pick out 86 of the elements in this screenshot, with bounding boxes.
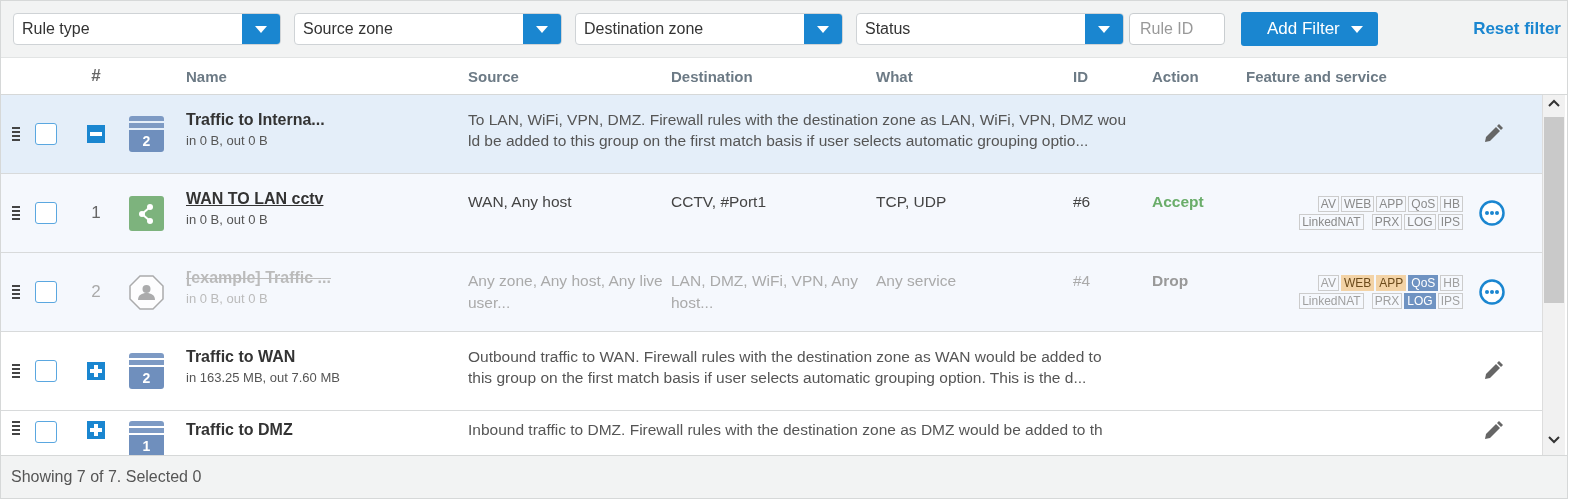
group-description: this group on the first match basis if user selects automatic grouping option. This is the d...	[468, 369, 1088, 387]
row-checkbox[interactable]	[35, 421, 57, 443]
feature-tag: QoS	[1408, 196, 1439, 212]
feature-tag: HB	[1440, 196, 1463, 212]
dropdown-field[interactable]: Destination zone	[575, 13, 843, 45]
rule-number: 1	[90, 203, 102, 223]
table-cell-text: Any service	[876, 271, 958, 291]
caret-icon	[1097, 24, 1111, 34]
group-description: Outbound traffic to WAN. Firewall rules with the destination zone as WAN would be added to	[468, 348, 1103, 366]
rule-number: 2	[90, 282, 102, 302]
drag-handle-icon[interactable]	[12, 285, 20, 299]
group-stack-icon: 2	[129, 353, 164, 389]
table-cell-text: WAN, Any host	[468, 192, 573, 212]
column-header: Action	[1152, 67, 1200, 85]
group-name[interactable]: Traffic to Interna...	[186, 111, 468, 129]
group-description: To LAN, WiFi, VPN, DMZ. Firewall rules with the destination zone as LAN, WiFi, VPN, DMZ wou	[468, 111, 1128, 129]
group-name[interactable]: Traffic to DMZ	[186, 421, 468, 439]
feature-tag: LOG	[1404, 214, 1436, 230]
table-cell-text: TCP, UDP	[876, 192, 948, 212]
row-checkbox[interactable]	[35, 360, 57, 382]
column-header: Feature and service	[1246, 67, 1388, 85]
traffic-stats: in 163.25 MB, out 7.60 MB	[186, 370, 341, 385]
caret-icon	[535, 24, 549, 34]
feature-tag: AV	[1317, 275, 1339, 291]
feature-tag: PRX	[1371, 293, 1403, 309]
column-header: Source	[468, 67, 520, 85]
feature-tag: PRX	[1371, 214, 1403, 230]
add-filter-button[interactable]: Add Filter	[1241, 12, 1378, 46]
dropdown-field[interactable]: Rule type	[13, 13, 281, 45]
user-octagon-icon	[129, 274, 164, 310]
column-header: Name	[186, 67, 228, 85]
feature-tag: LOG	[1404, 293, 1436, 309]
table-cell-text: #4	[1073, 271, 1092, 291]
group-name[interactable]: Traffic to WAN	[186, 348, 468, 366]
drag-handle-icon[interactable]	[12, 206, 20, 220]
pencil-icon[interactable]	[1483, 421, 1503, 441]
group-description: ld be added to this group on the first match basis if user selects automatic grouping optio...	[468, 132, 1090, 150]
group-stack-icon: 1	[129, 421, 164, 455]
feature-tag: LinkedNAT	[1299, 214, 1364, 230]
dropdown-field[interactable]: Source zone	[294, 13, 562, 45]
feature-tag: QoS	[1408, 275, 1439, 291]
traffic-stats: in 0 B, out 0 B	[186, 133, 269, 148]
caret-icon	[816, 24, 830, 34]
action-label: Drop	[1152, 271, 1190, 291]
feature-tag: IPS	[1437, 293, 1463, 309]
column-header: Destination	[671, 67, 754, 85]
caret-icon	[254, 24, 268, 34]
feature-tag: APP	[1376, 196, 1407, 212]
rule-id-field[interactable]: Rule ID	[1129, 13, 1225, 45]
drag-handle-icon[interactable]	[12, 364, 20, 378]
expand-icon[interactable]	[87, 421, 105, 439]
row-checkbox[interactable]	[35, 123, 57, 145]
group-description: Inbound traffic to DMZ. Firewall rules with the destination zone as DMZ would be added to th	[468, 421, 1104, 439]
rule-name-link[interactable]: WAN TO LAN cctv	[186, 190, 468, 208]
caret-icon	[1349, 24, 1364, 34]
traffic-stats: in 0 B, out 0 B	[186, 291, 269, 306]
more-options-icon[interactable]	[1479, 200, 1505, 226]
drag-handle-icon[interactable]	[12, 421, 20, 435]
dropdown-field[interactable]: Status	[856, 13, 1124, 45]
table-cell-text: LAN, DMZ, WiFi, VPN, Any host...	[671, 271, 859, 314]
feature-tag: APP	[1376, 275, 1407, 291]
more-options-icon[interactable]	[1479, 279, 1505, 305]
status-bar-text: Showing 7 of 7. Selected 0	[1, 455, 1567, 498]
table-cell-text: Any zone, Any host, Any live user...	[468, 271, 664, 314]
pencil-icon[interactable]	[1483, 361, 1503, 381]
reset-filter-link[interactable]: Reset filter	[1473, 19, 1561, 39]
table-cell-text: CCTV, #Port1	[671, 192, 768, 212]
column-header: ID	[1073, 67, 1089, 85]
table-cell-text: #6	[1073, 192, 1092, 212]
column-header: #	[90, 66, 102, 86]
collapse-icon[interactable]	[87, 125, 105, 143]
column-header: What	[876, 67, 914, 85]
feature-tag: AV	[1317, 196, 1339, 212]
feature-tag: WEB	[1340, 196, 1375, 212]
pencil-icon[interactable]	[1483, 124, 1503, 144]
group-stack-icon: 2	[129, 116, 164, 152]
feature-tag: IPS	[1437, 214, 1463, 230]
share-icon	[129, 195, 164, 231]
traffic-stats: in 0 B, out 0 B	[186, 212, 269, 227]
expand-icon[interactable]	[87, 362, 105, 380]
feature-tag: WEB	[1340, 275, 1375, 291]
action-label: Accept	[1152, 192, 1205, 212]
drag-handle-icon[interactable]	[12, 127, 20, 141]
row-checkbox[interactable]	[35, 202, 57, 224]
feature-tag: LinkedNAT	[1299, 293, 1364, 309]
feature-tag: HB	[1440, 275, 1463, 291]
